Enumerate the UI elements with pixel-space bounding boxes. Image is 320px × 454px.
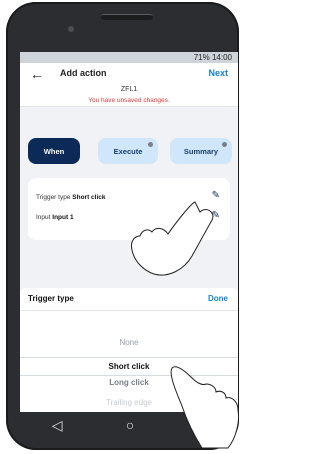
trigger-card: Trigger type Short click ✎ Input Input 1… <box>28 178 230 240</box>
input-row: Input Input 1 <box>36 214 74 221</box>
picker-option-trailing-edge[interactable]: Trailing edge <box>20 398 238 407</box>
app-bar: ← Add action Next <box>20 63 238 85</box>
status-bar: 71% 14:00 <box>20 52 238 63</box>
tab-when[interactable]: When <box>28 138 80 164</box>
picker-option-none[interactable]: None <box>20 338 238 347</box>
unsaved-notice: You have unsaved changes. <box>20 95 238 107</box>
tab-execute-label: Execute <box>113 146 143 156</box>
trigger-type-row: Trigger type Short click <box>36 194 106 201</box>
android-nav-bar: ◁ ○ □ <box>20 412 238 438</box>
page-title: Add action <box>60 68 107 78</box>
speaker-grille <box>101 14 153 20</box>
done-button[interactable]: Done <box>208 294 228 303</box>
trigger-type-picker: Trigger type Done None Short click Long … <box>20 288 238 412</box>
tab-when-label: When <box>43 146 65 156</box>
picker-option-short-click[interactable]: Short click <box>20 357 238 376</box>
picker-title: Trigger type <box>28 294 74 303</box>
tab-summary[interactable]: Summary <box>170 138 232 164</box>
status-dot-icon <box>222 142 227 147</box>
home-circle-icon[interactable]: ○ <box>126 417 134 433</box>
tab-summary-label: Summary <box>183 146 219 156</box>
tab-execute[interactable]: Execute <box>98 138 158 164</box>
edit-pencil-icon[interactable]: ✎ <box>212 190 220 201</box>
picker-header: Trigger type Done <box>20 288 238 311</box>
trigger-type-value: Short click <box>72 194 106 201</box>
app-screen: 71% 14:00 ← Add action Next ZFL1 You hav… <box>20 52 238 412</box>
front-camera <box>68 26 74 32</box>
picker-option-long-click[interactable]: Long click <box>20 378 238 387</box>
back-triangle-icon[interactable]: ◁ <box>52 417 63 434</box>
input-label: Input <box>36 214 51 221</box>
back-arrow-icon[interactable]: ← <box>30 66 44 82</box>
step-tabs: When Execute Summary <box>20 138 238 168</box>
edit-pencil-icon[interactable]: ✎ <box>212 210 220 221</box>
status-dot-icon <box>148 142 153 147</box>
device-name: ZFL1 <box>20 85 238 95</box>
status-text: 71% 14:00 <box>193 53 232 62</box>
next-button[interactable]: Next <box>208 68 228 78</box>
recents-square-icon[interactable]: □ <box>198 417 206 433</box>
input-value: Input 1 <box>52 214 74 221</box>
trigger-type-label: Trigger type <box>36 194 71 201</box>
